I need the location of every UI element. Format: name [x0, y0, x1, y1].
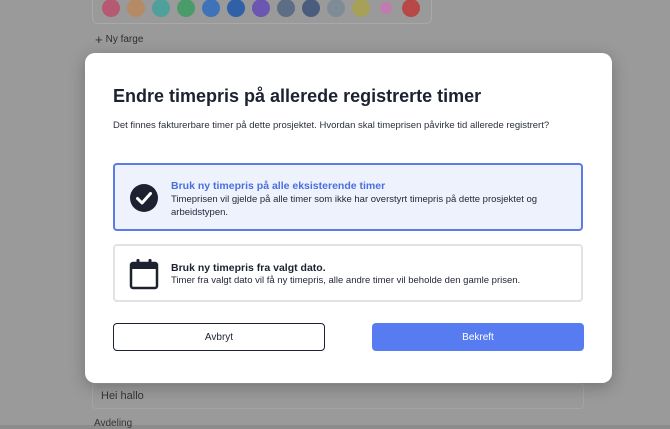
check-circle-icon — [129, 183, 159, 218]
option-from-selected-date[interactable]: Bruk ny timepris fra valgt dato. Timer f… — [113, 244, 583, 302]
color-swatch[interactable] — [352, 0, 370, 17]
change-rate-dialog: Endre timepris på allerede registrerte t… — [85, 53, 612, 383]
dialog-title: Endre timepris på allerede registrerte t… — [113, 86, 482, 106]
color-swatch[interactable] — [277, 0, 295, 17]
department-label: Avdeling — [94, 418, 133, 429]
color-swatch[interactable] — [127, 0, 145, 17]
confirm-button[interactable]: Bekreft — [372, 323, 584, 351]
new-color-label: Ny farge — [105, 34, 144, 45]
color-swatch[interactable] — [402, 0, 420, 17]
color-swatch-list — [102, 0, 420, 17]
color-swatch[interactable] — [302, 0, 320, 17]
cancel-button[interactable]: Avbryt — [113, 323, 325, 351]
color-swatch[interactable] — [252, 0, 270, 17]
option-text: Timeprisen vil gjelde på alle timer som … — [171, 194, 538, 218]
plus-icon: + — [95, 31, 103, 47]
option-title: Bruk ny timepris fra valgt dato. — [171, 262, 326, 274]
color-swatch[interactable] — [152, 0, 170, 17]
color-swatch[interactable] — [227, 0, 245, 17]
background-text-input[interactable]: Hei hallo — [92, 383, 584, 409]
option-title: Bruk ny timepris på alle eksisterende ti… — [171, 180, 386, 192]
calendar-icon — [129, 258, 159, 295]
color-swatch[interactable] — [102, 0, 120, 17]
new-color-link[interactable]: + Ny farge — [95, 31, 144, 47]
color-swatch[interactable] — [202, 0, 220, 17]
dialog-description: Det finnes fakturerbare timer på dette p… — [113, 120, 550, 131]
color-swatch[interactable] — [177, 0, 195, 17]
color-swatch[interactable] — [327, 0, 345, 17]
option-text: Timer fra valgt dato vil få ny timepris,… — [171, 275, 521, 286]
option-apply-all-existing[interactable]: Bruk ny timepris på alle eksisterende ti… — [113, 163, 583, 231]
color-swatch[interactable] — [380, 2, 392, 14]
